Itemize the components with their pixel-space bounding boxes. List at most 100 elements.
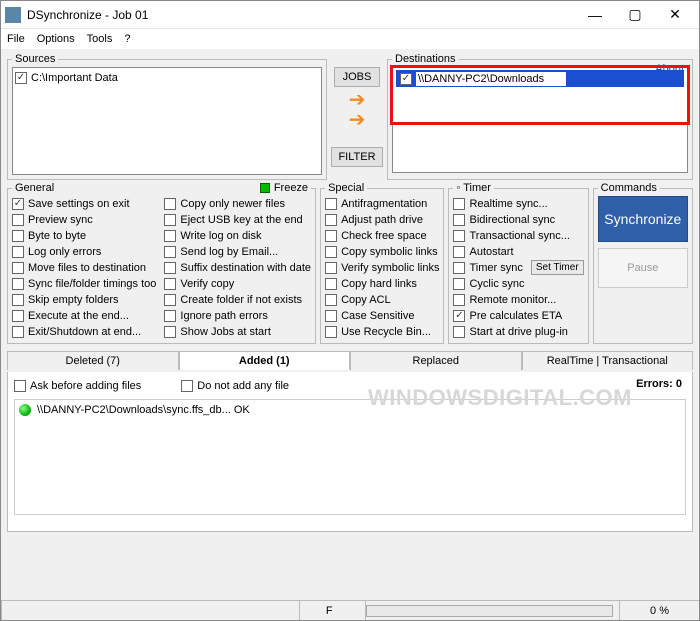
checkbox[interactable] xyxy=(164,326,176,338)
checkbox[interactable] xyxy=(325,262,337,274)
general-option[interactable]: Save settings on exit xyxy=(12,196,156,211)
destination-checkbox[interactable] xyxy=(400,73,412,85)
special-option[interactable]: Case Sensitive xyxy=(325,308,439,323)
general-option[interactable]: Execute at the end... xyxy=(12,308,156,323)
timer-option[interactable]: Timer syncSet Timer xyxy=(453,260,583,275)
synchronize-button[interactable]: Synchronize xyxy=(598,196,688,242)
checkbox[interactable] xyxy=(453,294,465,306)
checkbox[interactable] xyxy=(12,310,24,322)
general-option[interactable]: Exit/Shutdown at end... xyxy=(12,324,156,339)
general-option[interactable]: Eject USB key at the end xyxy=(164,212,311,227)
checkbox[interactable] xyxy=(453,214,465,226)
checkbox[interactable] xyxy=(453,230,465,242)
special-option[interactable]: Adjust path drive xyxy=(325,212,439,227)
tab-deleted[interactable]: Deleted (7) xyxy=(7,351,179,370)
destinations-list[interactable] xyxy=(392,67,688,173)
checkbox[interactable] xyxy=(453,246,465,258)
special-option[interactable]: Copy symbolic links xyxy=(325,244,439,259)
timer-option[interactable]: Transactional sync... xyxy=(453,228,583,243)
general-option[interactable]: Move files to destination xyxy=(12,260,156,275)
general-option[interactable]: Send log by Email... xyxy=(164,244,311,259)
checkbox[interactable] xyxy=(164,246,176,258)
checkbox[interactable] xyxy=(325,310,337,322)
ask-before-checkbox[interactable]: Ask before adding files xyxy=(14,378,141,393)
general-option[interactable]: Preview sync xyxy=(12,212,156,227)
tab-realtime[interactable]: RealTime | Transactional xyxy=(522,351,694,370)
timer-option[interactable]: Start at drive plug-in xyxy=(453,324,583,339)
progress-bar xyxy=(366,605,613,617)
checkbox[interactable] xyxy=(164,214,176,226)
destination-path-input[interactable] xyxy=(416,72,566,86)
log-item[interactable]: \\DANNY-PC2\Downloads\sync.ffs_db... OK xyxy=(19,404,681,416)
menu-file[interactable]: File xyxy=(7,33,25,45)
checkbox[interactable] xyxy=(164,262,176,274)
log-list[interactable]: \\DANNY-PC2\Downloads\sync.ffs_db... OK xyxy=(14,399,686,515)
checkbox[interactable] xyxy=(325,278,337,290)
menu-options[interactable]: Options xyxy=(37,33,75,45)
maximize-button[interactable]: ▢ xyxy=(615,3,655,27)
general-option[interactable]: Suffix destination with date xyxy=(164,260,311,275)
checkbox[interactable] xyxy=(164,230,176,242)
checkbox[interactable] xyxy=(12,214,24,226)
checkbox[interactable] xyxy=(325,198,337,210)
checkbox[interactable] xyxy=(453,310,465,322)
special-option[interactable]: Antifragmentation xyxy=(325,196,439,211)
checkbox[interactable] xyxy=(12,198,24,210)
do-not-add-checkbox[interactable]: Do not add any file xyxy=(181,378,289,393)
general-option[interactable]: Show Jobs at start xyxy=(164,324,311,339)
special-option[interactable]: Use Recycle Bin... xyxy=(325,324,439,339)
general-option[interactable]: Log only errors xyxy=(12,244,156,259)
sources-list[interactable]: C:\Important Data xyxy=(12,67,322,175)
pause-button[interactable]: Pause xyxy=(598,248,688,288)
menu-help[interactable]: ? xyxy=(124,33,130,45)
close-button[interactable]: ✕ xyxy=(655,3,695,27)
tab-added[interactable]: Added (1) xyxy=(179,351,351,370)
checkbox[interactable] xyxy=(325,294,337,306)
special-option[interactable]: Verify symbolic links xyxy=(325,260,439,275)
source-checkbox[interactable] xyxy=(15,72,27,84)
special-option[interactable]: Copy hard links xyxy=(325,276,439,291)
checkbox[interactable] xyxy=(164,294,176,306)
timer-option[interactable]: Bidirectional sync xyxy=(453,212,583,227)
checkbox[interactable] xyxy=(12,230,24,242)
checkbox[interactable] xyxy=(453,326,465,338)
checkbox[interactable] xyxy=(164,198,176,210)
general-option[interactable]: Verify copy xyxy=(164,276,311,291)
general-option[interactable]: Sync file/folder timings too xyxy=(12,276,156,291)
timer-option[interactable]: Remote monitor... xyxy=(453,292,583,307)
special-option[interactable]: Check free space xyxy=(325,228,439,243)
menu-tools[interactable]: Tools xyxy=(87,33,113,45)
checkbox[interactable] xyxy=(164,278,176,290)
general-option[interactable]: Write log on disk xyxy=(164,228,311,243)
tab-replaced[interactable]: Replaced xyxy=(350,351,522,370)
special-option[interactable]: Copy ACL xyxy=(325,292,439,307)
checkbox[interactable] xyxy=(453,278,465,290)
general-option[interactable]: Copy only newer files xyxy=(164,196,311,211)
checkbox[interactable] xyxy=(453,198,465,210)
general-option[interactable]: Byte to byte xyxy=(12,228,156,243)
jobs-button[interactable]: JOBS xyxy=(334,67,380,87)
set-timer-button[interactable]: Set Timer xyxy=(531,260,584,275)
general-option[interactable]: Ignore path errors xyxy=(164,308,311,323)
checkbox[interactable] xyxy=(12,326,24,338)
timer-option[interactable]: Cyclic sync xyxy=(453,276,583,291)
timer-option[interactable]: Autostart xyxy=(453,244,583,259)
filter-button[interactable]: FILTER xyxy=(331,147,382,167)
general-option[interactable]: Create folder if not exists xyxy=(164,292,311,307)
checkbox[interactable] xyxy=(325,326,337,338)
checkbox[interactable] xyxy=(453,262,465,274)
checkbox[interactable] xyxy=(12,246,24,258)
checkbox[interactable] xyxy=(12,294,24,306)
checkbox[interactable] xyxy=(12,262,24,274)
checkbox[interactable] xyxy=(325,214,337,226)
timer-option[interactable]: Pre calculates ETA xyxy=(453,308,583,323)
minimize-button[interactable]: — xyxy=(575,3,615,27)
timer-option[interactable]: Realtime sync... xyxy=(453,196,583,211)
general-option[interactable]: Skip empty folders xyxy=(12,292,156,307)
destination-item[interactable] xyxy=(396,70,684,87)
source-item[interactable]: C:\Important Data xyxy=(15,70,319,86)
checkbox[interactable] xyxy=(325,230,337,242)
checkbox[interactable] xyxy=(325,246,337,258)
checkbox[interactable] xyxy=(12,278,24,290)
checkbox[interactable] xyxy=(164,310,176,322)
